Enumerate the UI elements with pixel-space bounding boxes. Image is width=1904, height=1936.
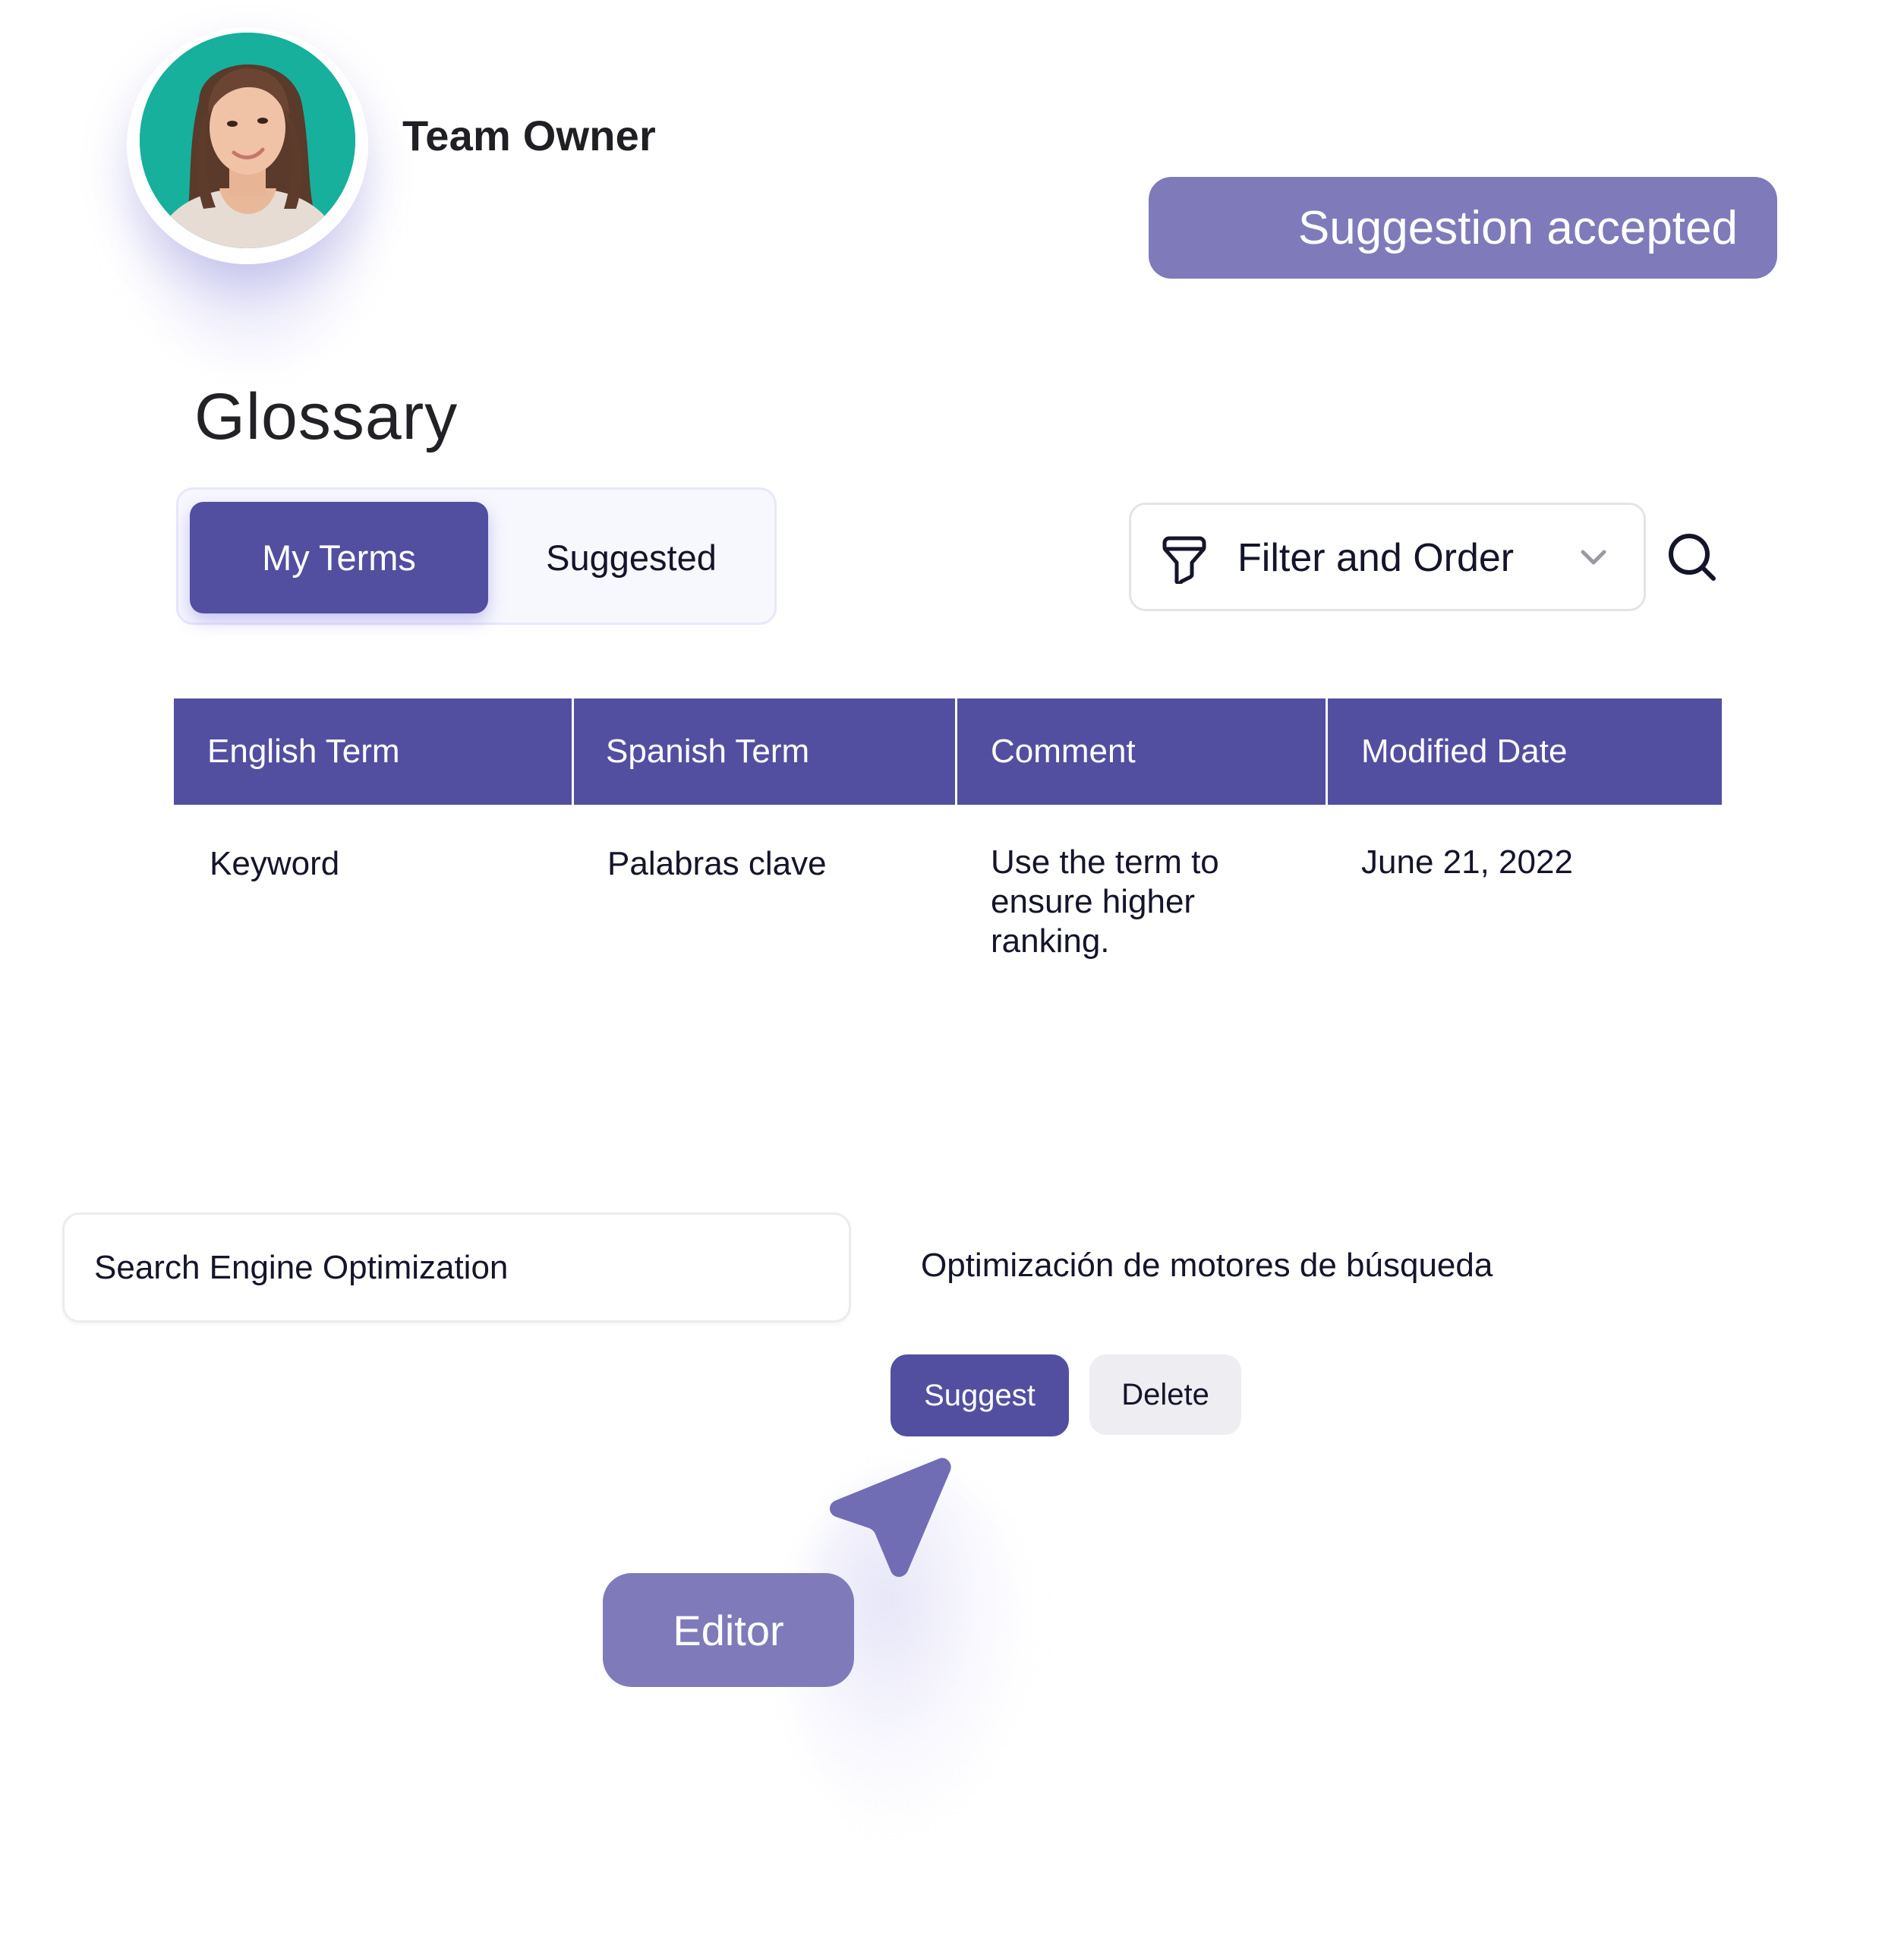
badge-label: Suggestion accepted bbox=[1297, 201, 1738, 254]
cell-comment: Use the term to ensure higher ranking. bbox=[991, 843, 1219, 960]
cell-modified-date: June 21, 2022 bbox=[1361, 843, 1573, 881]
column-header-comment[interactable]: Comment bbox=[955, 698, 1326, 805]
user-avatar-photo-icon bbox=[140, 33, 355, 248]
column-header-english-term[interactable]: English Term bbox=[174, 698, 572, 805]
collaborator-label: Editor bbox=[603, 1573, 854, 1687]
cell-spanish-term: Palabras clave bbox=[607, 845, 827, 882]
english-term-input[interactable]: Search Engine Optimization bbox=[62, 1212, 851, 1323]
cell-english-term: Keyword bbox=[210, 845, 340, 882]
filter-label: Filter and Order bbox=[1237, 536, 1515, 580]
column-header-modified-date[interactable]: Modified Date bbox=[1326, 698, 1722, 805]
page-title: Glossary bbox=[194, 380, 459, 453]
filter-funnel-icon bbox=[1162, 536, 1206, 584]
suggestion-accepted-badge: Suggestion accepted bbox=[1149, 177, 1777, 279]
delete-button-label: Delete bbox=[1121, 1377, 1209, 1411]
avatar bbox=[140, 33, 355, 248]
user-role-label: Team Owner bbox=[402, 112, 656, 159]
pointer-cursor-icon bbox=[830, 1458, 951, 1577]
glossary-table-header: English Term Spanish Term Comment Modifi… bbox=[174, 698, 1722, 805]
tab-suggested[interactable]: Suggested bbox=[482, 502, 780, 613]
suggest-button-label: Suggest bbox=[924, 1378, 1036, 1412]
spanish-translation-text: Optimización de motores de búsqueda bbox=[921, 1247, 1493, 1284]
suggest-button[interactable]: Suggest bbox=[891, 1354, 1069, 1436]
tab-label: My Terms bbox=[262, 538, 416, 578]
tab-my-terms[interactable]: My Terms bbox=[190, 502, 488, 613]
collaborator-name: Editor bbox=[673, 1606, 784, 1654]
tab-switcher: My Terms Suggested bbox=[176, 487, 777, 625]
delete-button[interactable]: Delete bbox=[1089, 1354, 1241, 1435]
search-icon[interactable] bbox=[1666, 531, 1718, 583]
tab-label: Suggested bbox=[546, 538, 717, 578]
chevron-down-icon bbox=[1581, 550, 1606, 565]
filter-and-order-dropdown[interactable]: Filter and Order bbox=[1129, 503, 1646, 611]
column-header-spanish-term[interactable]: Spanish Term bbox=[572, 698, 955, 805]
